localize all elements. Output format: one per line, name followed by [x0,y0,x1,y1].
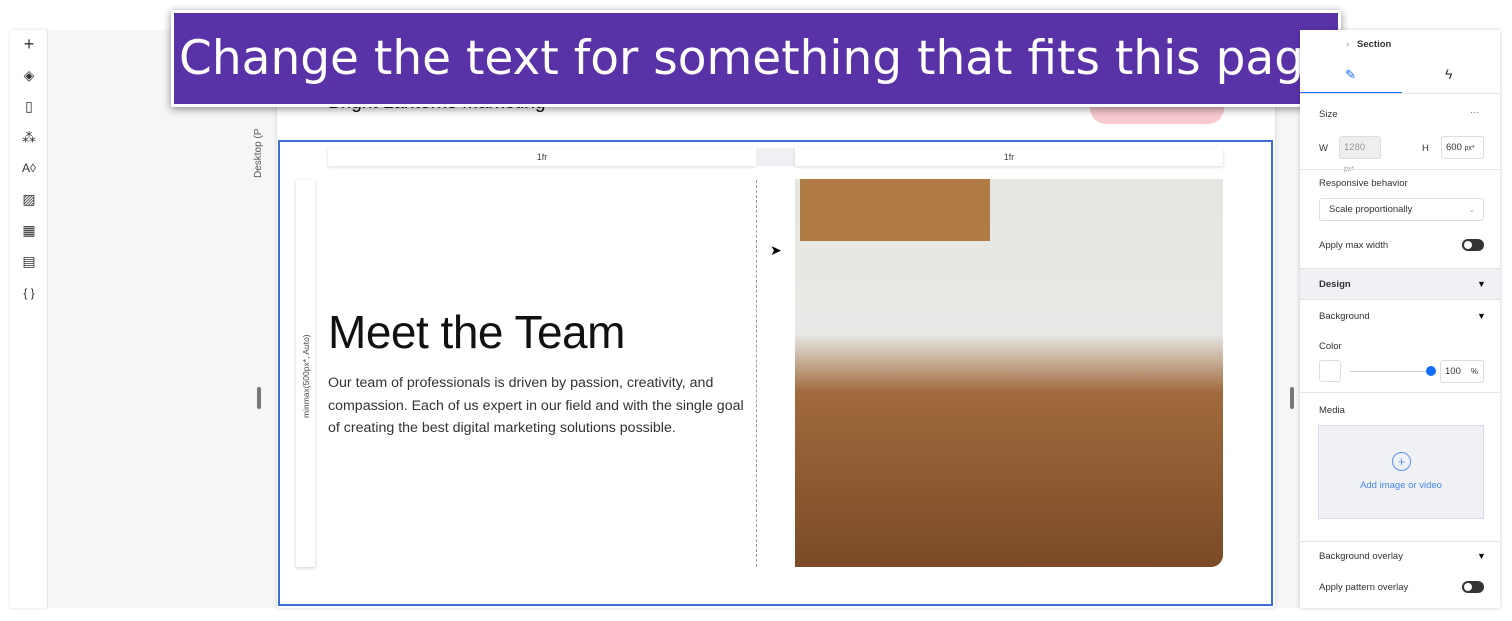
size-label: Size [1319,109,1338,120]
opacity-slider-handle[interactable] [1426,366,1436,376]
layers-icon[interactable]: ◈ [19,65,39,85]
breadcrumb[interactable]: Section [1357,39,1391,50]
caret-down-icon[interactable]: ▼ [1477,551,1486,561]
responsive-label: Responsive behavior [1319,178,1408,189]
theme-icon[interactable]: A◊ [19,158,39,178]
inspector-panel: › Section ✎ ϟ Size ··· W 1280 px* H 600 … [1300,30,1500,608]
height-unit: px* [1464,145,1475,152]
caret-down-icon[interactable]: ▼ [1477,311,1486,321]
responsive-value: Scale proportionally [1329,204,1413,215]
design-label: Design [1319,279,1351,290]
chevron-down-icon: ⌄ [1468,205,1475,214]
right-resize-handle[interactable] [1290,387,1294,409]
table-icon[interactable]: ▤ [19,251,39,271]
max-width-label: Apply max width [1319,240,1389,251]
cursor-icon: ➤ [770,242,782,258]
add-icon[interactable]: + [19,34,39,54]
color-swatch[interactable] [1319,360,1341,382]
column-2-size[interactable]: 1fr [795,148,1223,166]
team-photo[interactable] [795,179,1223,567]
more-icon[interactable]: ··· [1470,107,1480,118]
add-media-box[interactable]: + Add image or video [1318,425,1484,519]
height-label: H [1422,143,1429,154]
left-resize-handle[interactable] [257,387,261,409]
pattern-toggle[interactable] [1462,581,1484,593]
left-toolbar: + ◈ ▯ ⁂ A◊ ▨ ▦ ▤ { } [10,30,48,608]
responsive-dropdown[interactable]: Scale proportionally ⌄ [1319,198,1484,221]
row-size-label: minmax(500px*, Auto) [301,334,311,418]
design-tab-brush-icon[interactable]: ✎ [1345,67,1356,83]
width-label: W [1319,143,1328,154]
corkboard [800,179,990,241]
caret-down-icon[interactable]: ▼ [1477,279,1486,289]
width-value: 1280 [1344,142,1366,153]
opacity-input[interactable]: 100 % [1440,360,1484,383]
code-icon[interactable]: { } [19,283,39,303]
opacity-unit: % [1470,367,1478,376]
pages-icon[interactable]: ▯ [19,96,39,116]
background-label: Background [1319,311,1370,322]
interactions-tab-bolt-icon[interactable]: ϟ [1445,66,1452,82]
height-value: 600 [1446,142,1462,153]
column-gap[interactable] [756,148,795,166]
breakpoint-label[interactable]: Desktop (P [253,129,264,178]
opacity-slider[interactable] [1350,371,1430,372]
add-media-label: Add image or video [1360,480,1442,491]
grid-line [756,180,757,567]
color-label: Color [1319,341,1342,352]
opacity-value: 100 [1445,366,1461,377]
media-label: Media [1319,405,1345,416]
height-input[interactable]: 600 px* [1441,136,1484,159]
media-icon[interactable]: ▨ [19,189,39,209]
pattern-label: Apply pattern overlay [1319,582,1409,593]
paragraph-text[interactable]: Our team of professionals is driven by p… [328,372,748,440]
widgets-icon[interactable]: ▦ [19,220,39,240]
apps-icon[interactable]: ⁂ [19,127,39,147]
column-1-size[interactable]: 1fr [328,148,756,166]
breadcrumb-chevron-icon: › [1346,39,1350,50]
max-width-toggle[interactable] [1462,239,1484,251]
instruction-banner: Change the text for something that fits … [171,10,1341,107]
width-input[interactable]: 1280 px* [1339,136,1381,173]
heading-text[interactable]: Meet the Team [328,305,625,359]
plus-circle-icon: + [1392,452,1411,471]
overlay-label: Background overlay [1319,551,1403,562]
